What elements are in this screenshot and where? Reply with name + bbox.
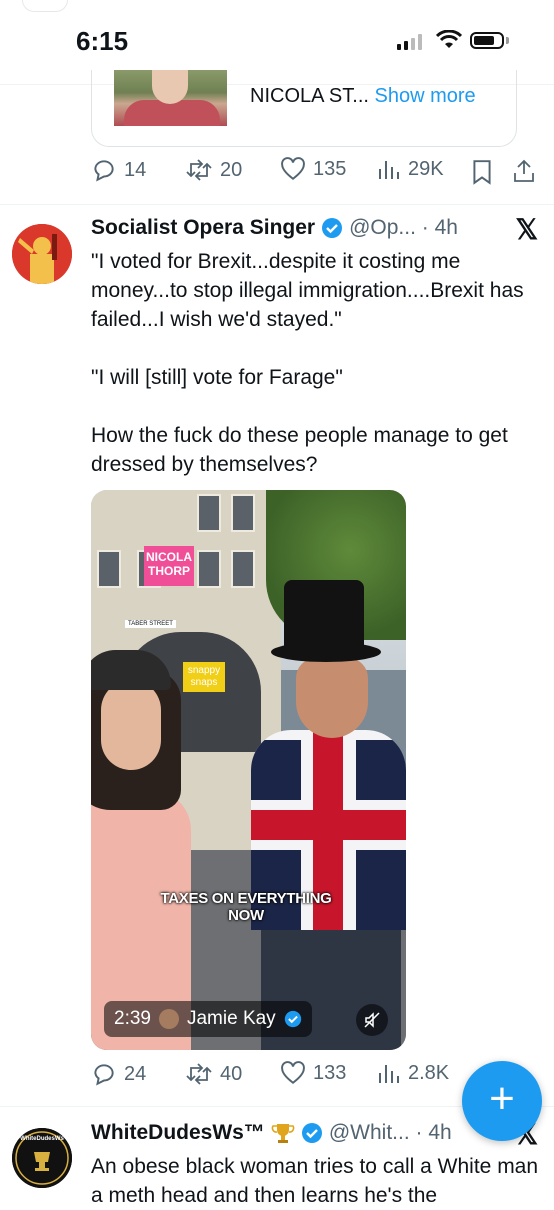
- views-icon: [379, 161, 399, 179]
- quoted-tweet-image: [114, 70, 227, 126]
- quoted-tweet-text: NICOLA ST... Show more: [250, 85, 476, 108]
- avatar-text: WhiteDudesWs: [20, 1136, 64, 1142]
- like-button[interactable]: 133: [280, 1061, 346, 1085]
- cellular-signal-icon: [397, 34, 422, 50]
- repost-count: 20: [220, 158, 243, 181]
- tweet-header: WhiteDudesWs™ @Whit... · 4h: [91, 1121, 452, 1145]
- repost-button[interactable]: 20: [185, 157, 242, 183]
- reply-count: 14: [124, 158, 147, 181]
- plus-icon: +: [489, 1074, 515, 1123]
- status-time: 6:15: [76, 26, 129, 56]
- x-logo-icon: 𝕏: [515, 214, 538, 245]
- wifi-icon: [436, 30, 462, 48]
- prev-tweet-actions: 14 20 135 29K: [91, 157, 541, 187]
- video-man-figure: [241, 580, 406, 1050]
- quoted-tweet-snippet: NICOLA ST...: [250, 85, 369, 107]
- display-name[interactable]: Socialist Opera Singer: [91, 216, 315, 240]
- divider: [0, 204, 554, 205]
- show-more-link[interactable]: Show more: [375, 85, 476, 107]
- compose-button[interactable]: +: [462, 1061, 542, 1141]
- video-info-overlay: 2:39 Jamie Kay: [104, 1001, 312, 1037]
- heart-icon: [281, 1061, 305, 1084]
- handle-timestamp[interactable]: @Whit... · 4h: [329, 1121, 452, 1145]
- mute-icon: [364, 1012, 380, 1028]
- reply-button[interactable]: 24: [91, 1061, 146, 1087]
- video-author-name[interactable]: Jamie Kay: [187, 1008, 276, 1030]
- battery-tip: [506, 37, 509, 44]
- views-count: 29K: [408, 157, 444, 180]
- reply-icon: [94, 160, 114, 182]
- video-logo: NICOLA THORP: [144, 546, 194, 586]
- verified-badge-icon: [301, 1123, 322, 1143]
- views-count: 2.8K: [408, 1061, 450, 1084]
- mute-button[interactable]: [356, 1004, 388, 1036]
- tweet-header: Socialist Opera Singer @Op... · 4h: [91, 216, 458, 240]
- display-name[interactable]: WhiteDudesWs™: [91, 1121, 265, 1145]
- verified-badge-icon: [284, 1010, 301, 1028]
- video-duration: 2:39: [114, 1008, 151, 1029]
- bookmark-icon[interactable]: [471, 159, 493, 185]
- reply-icon: [94, 1064, 114, 1086]
- like-button[interactable]: 135: [280, 157, 346, 181]
- video-author-avatar: [158, 1009, 179, 1029]
- avatar[interactable]: [12, 224, 72, 284]
- views-icon: [379, 1065, 399, 1083]
- repost-button[interactable]: 40: [185, 1061, 242, 1087]
- reply-button[interactable]: 14: [91, 157, 146, 183]
- like-count: 135: [313, 157, 347, 180]
- reply-count: 24: [124, 1062, 147, 1085]
- avatar-image: [12, 224, 72, 284]
- tweet-text: An obese black woman tries to call a Whi…: [91, 1155, 544, 1207]
- views-button[interactable]: 2.8K: [377, 1061, 449, 1085]
- share-icon[interactable]: [512, 157, 536, 185]
- repost-icon: [186, 1063, 212, 1085]
- trophy-icon: [271, 1124, 295, 1143]
- battery-icon: [470, 32, 504, 49]
- like-count: 133: [313, 1061, 347, 1084]
- video-caption: TAXES ON EVERYTHING NOW: [160, 890, 332, 924]
- repost-count: 40: [220, 1062, 243, 1085]
- heart-icon: [281, 157, 305, 180]
- verified-badge-icon: [322, 218, 343, 238]
- video-woman-figure: [91, 650, 191, 1050]
- street-sign: TABER STREET: [125, 620, 176, 628]
- top-menu-pill: [22, 0, 68, 12]
- tweet-text: "I voted for Brexit...despite it costing…: [91, 250, 524, 476]
- quoted-tweet-card[interactable]: NICOLA ST... Show more: [91, 70, 517, 147]
- handle-timestamp[interactable]: @Op... · 4h: [349, 216, 458, 240]
- repost-icon: [186, 159, 212, 181]
- views-button[interactable]: 29K: [377, 157, 444, 181]
- tweet-video[interactable]: NICOLA THORP TABER STREET snappy snaps T…: [91, 490, 406, 1050]
- avatar[interactable]: WhiteDudesWs: [12, 1128, 72, 1188]
